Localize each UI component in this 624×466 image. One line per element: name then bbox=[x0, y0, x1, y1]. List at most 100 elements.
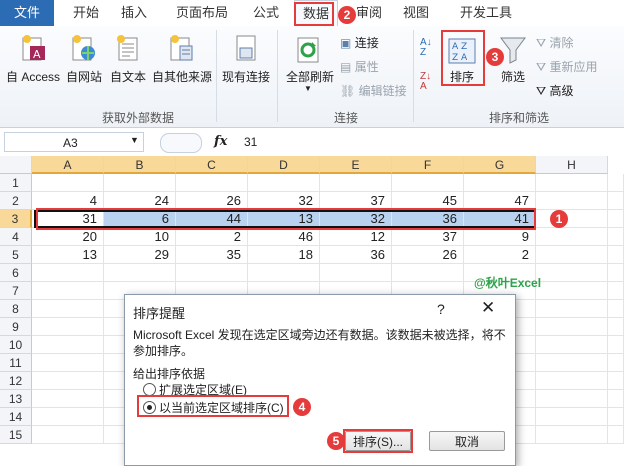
cell[interactable] bbox=[608, 246, 624, 264]
cell[interactable] bbox=[248, 264, 320, 282]
cell[interactable] bbox=[536, 372, 608, 390]
row-header-11[interactable]: 11 bbox=[0, 354, 32, 372]
cell[interactable] bbox=[248, 174, 320, 192]
cell-c5[interactable]: 35 bbox=[176, 246, 248, 264]
cell-d4[interactable]: 46 bbox=[248, 228, 320, 246]
cell-g5[interactable]: 2 bbox=[464, 246, 536, 264]
row-header-14[interactable]: 14 bbox=[0, 408, 32, 426]
reapply-button[interactable]: ⛛ 重新应用 bbox=[536, 58, 597, 75]
cell[interactable] bbox=[608, 192, 624, 210]
existing-connections-button[interactable]: 现有连接 bbox=[218, 26, 274, 100]
column-header-f[interactable]: F bbox=[392, 156, 464, 174]
cell[interactable] bbox=[608, 174, 624, 192]
cell[interactable] bbox=[536, 264, 608, 282]
row-header-2[interactable]: 2 bbox=[0, 192, 32, 210]
from-web-button[interactable]: 自网站 bbox=[62, 26, 106, 100]
cell[interactable] bbox=[32, 426, 104, 444]
tab-view[interactable]: 视图 bbox=[396, 0, 436, 26]
cell[interactable] bbox=[32, 174, 104, 192]
formula-bar-resize-handle[interactable] bbox=[160, 133, 202, 153]
column-header-d[interactable]: D bbox=[248, 156, 320, 174]
cell[interactable] bbox=[608, 336, 624, 354]
tab-insert[interactable]: 插入 bbox=[114, 0, 154, 26]
row-header-5[interactable]: 5 bbox=[0, 246, 32, 264]
cell[interactable] bbox=[608, 390, 624, 408]
tab-file[interactable]: 文件 bbox=[0, 0, 54, 26]
row-header-8[interactable]: 8 bbox=[0, 300, 32, 318]
cell-g4[interactable]: 9 bbox=[464, 228, 536, 246]
tab-developer[interactable]: 开发工具 bbox=[454, 0, 518, 26]
cell[interactable] bbox=[536, 246, 608, 264]
help-icon[interactable]: ? bbox=[437, 301, 445, 317]
cell-c4[interactable]: 2 bbox=[176, 228, 248, 246]
from-text-button[interactable]: 自文本 bbox=[106, 26, 150, 100]
sort-a-to-z-button[interactable]: A↓ Z bbox=[420, 38, 432, 58]
cell[interactable] bbox=[32, 354, 104, 372]
close-icon[interactable]: ✕ bbox=[481, 298, 495, 318]
column-header-g[interactable]: G bbox=[464, 156, 536, 174]
cell[interactable] bbox=[608, 300, 624, 318]
cell[interactable] bbox=[608, 282, 624, 300]
cell[interactable] bbox=[104, 264, 176, 282]
row-header-10[interactable]: 10 bbox=[0, 336, 32, 354]
refresh-all-button[interactable]: 全部刷新 ▼ bbox=[282, 26, 336, 100]
row-header-4[interactable]: 4 bbox=[0, 228, 32, 246]
cell[interactable] bbox=[536, 336, 608, 354]
cell[interactable] bbox=[536, 426, 608, 444]
row-header-15[interactable]: 15 bbox=[0, 426, 32, 444]
cell[interactable] bbox=[608, 372, 624, 390]
chevron-down-icon[interactable]: ▼ bbox=[130, 135, 139, 145]
tab-formulas[interactable]: 公式 bbox=[246, 0, 286, 26]
name-box[interactable]: A3 bbox=[4, 132, 144, 152]
cancel-button[interactable]: 取消 bbox=[429, 431, 505, 451]
column-header-a[interactable]: A bbox=[32, 156, 104, 174]
connections-button[interactable]: ▣ 连接 bbox=[340, 34, 379, 51]
edit-links-button[interactable]: ⛓ 编辑链接 bbox=[340, 82, 407, 99]
cell[interactable] bbox=[536, 300, 608, 318]
cell[interactable] bbox=[32, 372, 104, 390]
column-header-h[interactable]: H bbox=[536, 156, 608, 174]
cell[interactable] bbox=[32, 300, 104, 318]
row-header-12[interactable]: 12 bbox=[0, 372, 32, 390]
from-other-sources-button[interactable]: 自其他来源 bbox=[150, 26, 214, 100]
cell[interactable] bbox=[536, 210, 608, 228]
cell[interactable] bbox=[608, 210, 624, 228]
row-header-3[interactable]: 3 bbox=[0, 210, 32, 228]
row-header-9[interactable]: 9 bbox=[0, 318, 32, 336]
column-header-b[interactable]: B bbox=[104, 156, 176, 174]
tab-page-layout[interactable]: 页面布局 bbox=[168, 0, 236, 26]
cell[interactable] bbox=[536, 174, 608, 192]
formula-input[interactable]: 31 bbox=[244, 135, 257, 149]
clear-button[interactable]: ⛛ 清除 bbox=[536, 34, 573, 51]
cell-e4[interactable]: 12 bbox=[320, 228, 392, 246]
advanced-button[interactable]: ⛛ 高级 bbox=[536, 82, 573, 99]
filter-button[interactable]: 筛选 bbox=[496, 32, 530, 88]
cell[interactable] bbox=[536, 282, 608, 300]
cell[interactable] bbox=[536, 318, 608, 336]
cell[interactable] bbox=[536, 192, 608, 210]
cell[interactable] bbox=[32, 336, 104, 354]
cell[interactable] bbox=[608, 264, 624, 282]
cell-e5[interactable]: 36 bbox=[320, 246, 392, 264]
select-all-corner[interactable] bbox=[0, 156, 32, 174]
cell-a4[interactable]: 20 bbox=[32, 228, 104, 246]
tab-home[interactable]: 开始 bbox=[66, 0, 106, 26]
row-header-6[interactable]: 6 bbox=[0, 264, 32, 282]
cell-b4[interactable]: 10 bbox=[104, 228, 176, 246]
cell-b5[interactable]: 29 bbox=[104, 246, 176, 264]
cell[interactable] bbox=[104, 174, 176, 192]
cell[interactable] bbox=[32, 282, 104, 300]
cell[interactable] bbox=[392, 264, 464, 282]
cell[interactable] bbox=[176, 264, 248, 282]
cell[interactable] bbox=[536, 228, 608, 246]
cell[interactable] bbox=[608, 408, 624, 426]
cell[interactable] bbox=[320, 174, 392, 192]
cell[interactable] bbox=[32, 408, 104, 426]
cell-f4[interactable]: 37 bbox=[392, 228, 464, 246]
tab-review[interactable]: 审阅 bbox=[352, 0, 386, 26]
row-header-13[interactable]: 13 bbox=[0, 390, 32, 408]
cell[interactable] bbox=[536, 390, 608, 408]
cell[interactable] bbox=[608, 318, 624, 336]
properties-button[interactable]: ▤ 属性 bbox=[340, 58, 379, 75]
cell[interactable] bbox=[536, 408, 608, 426]
